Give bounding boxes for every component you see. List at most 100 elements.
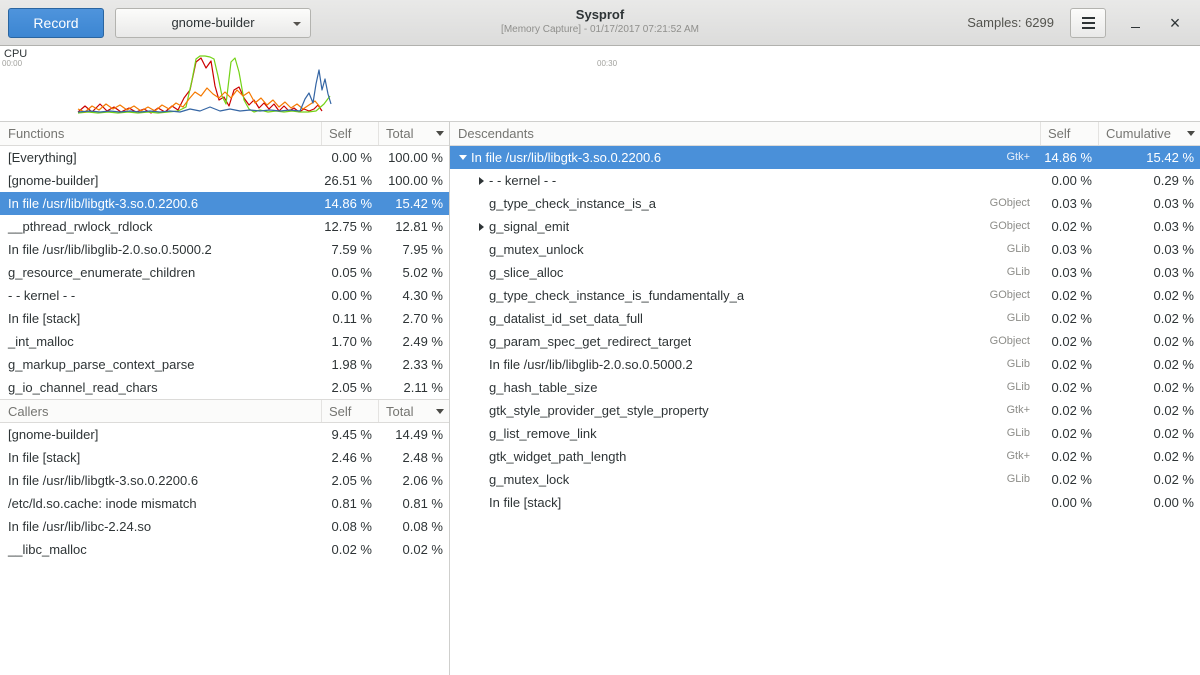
self-percent: 0.00 %: [321, 284, 378, 307]
total-percent: 2.70 %: [378, 307, 449, 330]
functions-total-column-header[interactable]: Total: [378, 122, 449, 145]
total-percent: 0.81 %: [378, 492, 449, 515]
caller-row[interactable]: __libc_malloc0.02 %0.02 %: [0, 538, 449, 561]
function-row[interactable]: - - kernel - -0.00 %4.30 %: [0, 284, 449, 307]
caller-row[interactable]: /etc/ld.so.cache: inode mismatch0.81 %0.…: [0, 492, 449, 515]
descendants-self-column-header[interactable]: Self: [1040, 122, 1098, 145]
functions-self-column-header[interactable]: Self: [321, 122, 378, 145]
function-name: gtk_style_provider_get_style_property: [489, 399, 709, 422]
function-row[interactable]: In file [stack]0.11 %2.70 %: [0, 307, 449, 330]
cumulative-percent: 0.02 %: [1098, 284, 1200, 307]
callers-column-header[interactable]: Callers: [0, 400, 321, 422]
minimize-button[interactable]: [1122, 10, 1148, 36]
expander-icon: [473, 238, 489, 261]
function-row[interactable]: [gnome-builder]26.51 %100.00 %: [0, 169, 449, 192]
self-percent: 14.86 %: [1040, 146, 1098, 169]
function-row[interactable]: In file /usr/lib/libglib-2.0.so.0.5000.2…: [0, 238, 449, 261]
cumulative-percent: 0.02 %: [1098, 399, 1200, 422]
function-name: g_markup_parse_context_parse: [0, 353, 321, 376]
function-row[interactable]: [Everything]0.00 %100.00 %: [0, 146, 449, 169]
library-tag: GObject: [990, 330, 1040, 353]
self-percent: 2.05 %: [321, 376, 378, 399]
descendant-row[interactable]: g_list_remove_linkGLib0.02 %0.02 %: [450, 422, 1200, 445]
descendant-row[interactable]: g_hash_table_sizeGLib0.02 %0.02 %: [450, 376, 1200, 399]
descendant-row[interactable]: g_mutex_unlockGLib0.03 %0.03 %: [450, 238, 1200, 261]
cpu-graph[interactable]: CPU 00:00 00:30: [0, 46, 1200, 122]
descendant-row[interactable]: g_slice_allocGLib0.03 %0.03 %: [450, 261, 1200, 284]
functions-column-header[interactable]: Functions: [0, 122, 321, 145]
headerbar-right: Samples: 6299 ×: [967, 8, 1192, 38]
record-button[interactable]: Record: [8, 8, 104, 38]
descendant-row[interactable]: g_mutex_lockGLib0.02 %0.02 %: [450, 468, 1200, 491]
descendant-row[interactable]: In file [stack]0.00 %0.00 %: [450, 491, 1200, 514]
function-row[interactable]: g_io_channel_read_chars2.05 %2.11 %: [0, 376, 449, 399]
descendant-name-cell: g_signal_emitGObject: [450, 215, 1040, 238]
descendant-row[interactable]: g_type_check_instance_is_fundamentally_a…: [450, 284, 1200, 307]
function-name: _int_malloc: [0, 330, 321, 353]
cpu-line-cpu2: [78, 88, 320, 112]
function-row[interactable]: g_resource_enumerate_children0.05 %5.02 …: [0, 261, 449, 284]
expander-icon[interactable]: [473, 169, 489, 192]
expander-icon: [473, 491, 489, 514]
self-percent: 26.51 %: [321, 169, 378, 192]
column-label: Total: [386, 126, 413, 141]
descendant-row[interactable]: g_param_spec_get_redirect_targetGObject0…: [450, 330, 1200, 353]
expander-icon[interactable]: [473, 215, 489, 238]
library-tag: Gtk+: [1006, 445, 1040, 468]
self-percent: 0.02 %: [1040, 445, 1098, 468]
descendant-row[interactable]: In file /usr/lib/libgtk-3.so.0.2200.6Gtk…: [450, 146, 1200, 169]
library-tag: GLib: [1007, 468, 1040, 491]
expander-icon[interactable]: [455, 146, 471, 169]
sysprof-window: Record gnome-builder Sysprof [Memory Cap…: [0, 0, 1200, 675]
cumulative-column-header[interactable]: Cumulative: [1098, 122, 1200, 145]
time-tick-start: 00:00: [2, 59, 22, 68]
callers-self-column-header[interactable]: Self: [321, 400, 378, 422]
expander-icon: [473, 376, 489, 399]
function-row[interactable]: g_markup_parse_context_parse1.98 %2.33 %: [0, 353, 449, 376]
descendant-row[interactable]: g_signal_emitGObject0.02 %0.03 %: [450, 215, 1200, 238]
self-percent: 0.02 %: [1040, 215, 1098, 238]
descendant-row[interactable]: gtk_style_provider_get_style_propertyGtk…: [450, 399, 1200, 422]
total-percent: 14.49 %: [378, 423, 449, 446]
descendant-row[interactable]: g_type_check_instance_is_aGObject0.03 %0…: [450, 192, 1200, 215]
total-percent: 5.02 %: [378, 261, 449, 284]
cumulative-percent: 0.02 %: [1098, 422, 1200, 445]
self-percent: 0.03 %: [1040, 261, 1098, 284]
cumulative-percent: 0.02 %: [1098, 307, 1200, 330]
functions-table-header: Functions Self Total: [0, 122, 449, 146]
cumulative-percent: 0.03 %: [1098, 238, 1200, 261]
expander-icon: [473, 353, 489, 376]
menu-button[interactable]: [1070, 8, 1106, 38]
descendant-row[interactable]: - - kernel - -0.00 %0.29 %: [450, 169, 1200, 192]
descendant-name-cell: gtk_widget_path_lengthGtk+: [450, 445, 1040, 468]
left-pane: Functions Self Total [Everything]0.00 %1…: [0, 122, 450, 675]
hamburger-icon: [1082, 22, 1095, 24]
close-button[interactable]: ×: [1162, 10, 1188, 36]
library-tag: GLib: [1007, 238, 1040, 261]
cumulative-percent: 0.00 %: [1098, 491, 1200, 514]
function-name: In file [stack]: [0, 446, 321, 469]
function-name: g_slice_alloc: [489, 261, 563, 284]
cumulative-percent: 15.42 %: [1098, 146, 1200, 169]
time-tick-mid: 00:30: [597, 59, 617, 68]
function-row[interactable]: _int_malloc1.70 %2.49 %: [0, 330, 449, 353]
caller-row[interactable]: In file /usr/lib/libc-2.24.so0.08 %0.08 …: [0, 515, 449, 538]
descendants-column-header[interactable]: Descendants: [450, 122, 1040, 145]
minimize-icon: [1131, 27, 1140, 28]
process-selector[interactable]: gnome-builder: [115, 8, 311, 38]
callers-total-column-header[interactable]: Total: [378, 400, 449, 422]
descendant-row[interactable]: g_datalist_id_set_data_fullGLib0.02 %0.0…: [450, 307, 1200, 330]
descendant-row[interactable]: gtk_widget_path_lengthGtk+0.02 %0.02 %: [450, 445, 1200, 468]
self-percent: 0.00 %: [1040, 169, 1098, 192]
descendant-row[interactable]: In file /usr/lib/libglib-2.0.so.0.5000.2…: [450, 353, 1200, 376]
callers-table-header: Callers Self Total: [0, 399, 449, 423]
descendants-table: In file /usr/lib/libgtk-3.so.0.2200.6Gtk…: [450, 146, 1200, 514]
caller-row[interactable]: [gnome-builder]9.45 %14.49 %: [0, 423, 449, 446]
caller-row[interactable]: In file /usr/lib/libgtk-3.so.0.2200.62.0…: [0, 469, 449, 492]
total-percent: 2.06 %: [378, 469, 449, 492]
self-percent: 0.02 %: [1040, 330, 1098, 353]
sort-indicator-icon: [436, 409, 444, 414]
function-row[interactable]: __pthread_rwlock_rdlock12.75 %12.81 %: [0, 215, 449, 238]
function-row[interactable]: In file /usr/lib/libgtk-3.so.0.2200.614.…: [0, 192, 449, 215]
caller-row[interactable]: In file [stack]2.46 %2.48 %: [0, 446, 449, 469]
